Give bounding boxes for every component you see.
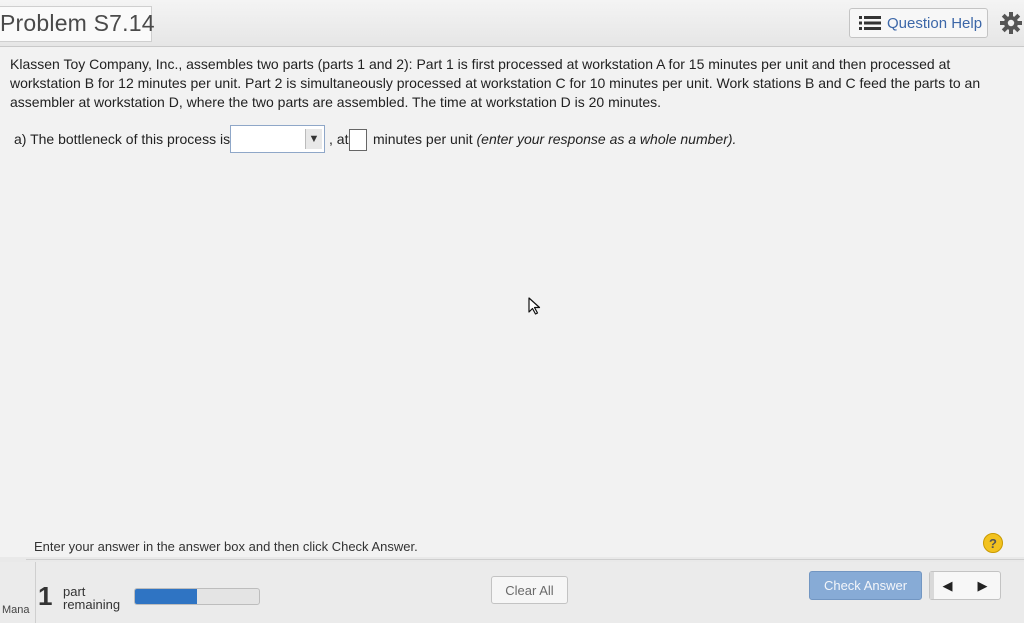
gear-icon[interactable]	[999, 11, 1023, 35]
question-panel: Klassen Toy Company, Inc., assembles two…	[0, 47, 1024, 557]
list-icon	[859, 15, 881, 31]
mana-text: Mana	[2, 604, 30, 616]
clear-all-button[interactable]: Clear All	[491, 576, 568, 604]
question-row: a) The bottleneck of this process is ▼ ,…	[0, 122, 1024, 156]
unit-label: minutes per unit	[373, 131, 473, 147]
parts-remaining-label: part remaining	[63, 585, 120, 611]
parts-remaining-count: 1	[38, 581, 53, 611]
question-label: a) The bottleneck of this process is	[14, 131, 231, 147]
minutes-input[interactable]	[349, 129, 367, 151]
mouse-pointer-icon	[528, 297, 542, 320]
next-question-button[interactable]: ▶	[965, 572, 1000, 599]
parts-label-line2: remaining	[63, 597, 121, 612]
previous-arrow-icon: ◀	[942, 577, 953, 593]
question-help-button[interactable]: Question Help	[849, 8, 988, 38]
question-help-label: Question Help	[887, 14, 983, 32]
progress-bar	[134, 588, 260, 605]
unit-text: minutes per unit (enter your response as…	[373, 131, 736, 147]
question-mark-icon[interactable]: ?	[983, 533, 1003, 553]
nav-divider	[930, 572, 934, 599]
dropdown-arrow-icon[interactable]: ▼	[305, 129, 322, 149]
check-answer-button[interactable]: Check Answer	[809, 571, 922, 600]
previous-question-button[interactable]: ◀	[930, 572, 965, 599]
header-bar: Problem S7.14 Question Help	[0, 0, 1024, 47]
bottom-divider	[35, 562, 36, 623]
bottleneck-select[interactable]: ▼	[230, 125, 325, 153]
progress-fill	[135, 589, 197, 604]
next-arrow-icon: ▶	[977, 577, 988, 593]
page-title: Problem S7.14	[0, 10, 155, 36]
instruction-text: Enter your answer in the answer box and …	[34, 539, 418, 554]
problem-statement: Klassen Toy Company, Inc., assembles two…	[10, 56, 981, 110]
response-hint: (enter your response as a whole number).	[476, 131, 737, 147]
question-nav: ◀ ▶	[929, 571, 1001, 600]
footer-divider	[26, 559, 1024, 560]
at-text: , at	[329, 131, 349, 147]
